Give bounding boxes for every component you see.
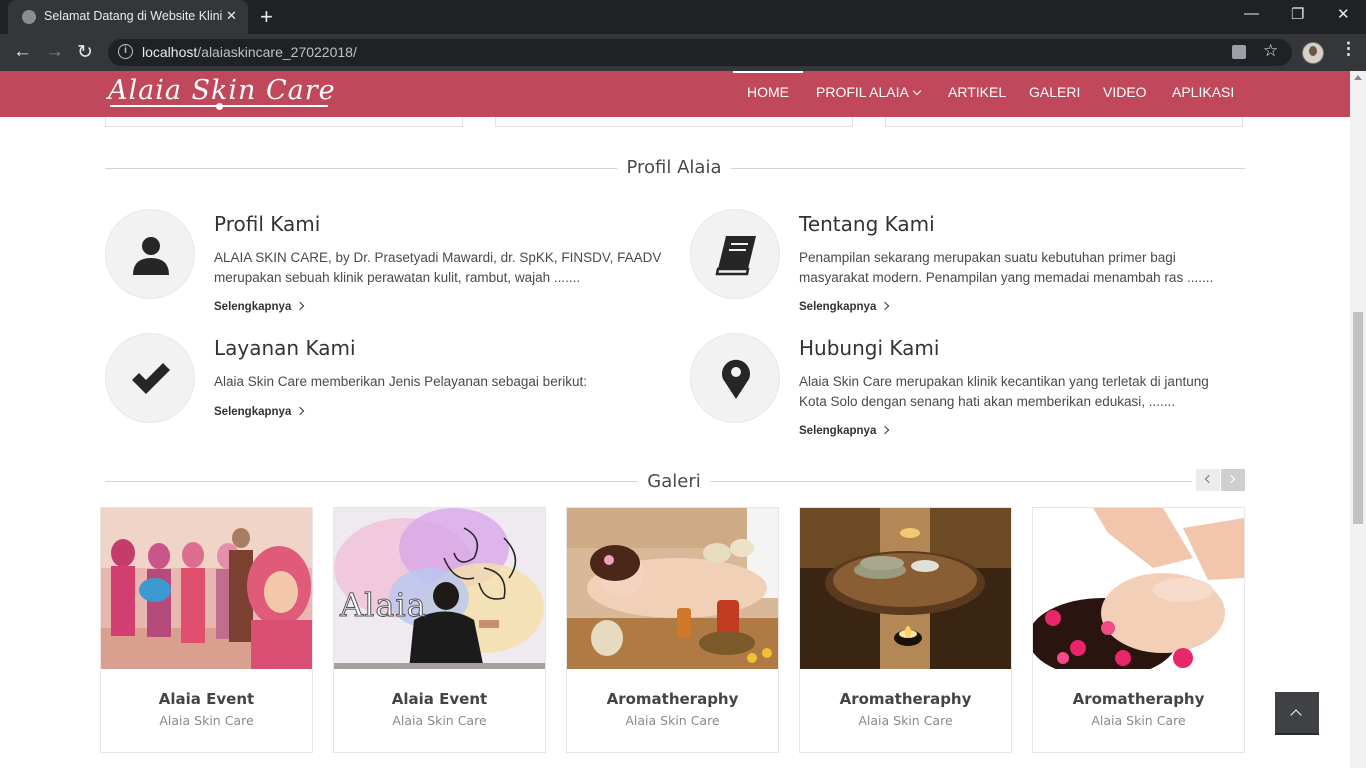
translate-icon[interactable] [1232, 45, 1246, 59]
menu-active-indicator [733, 71, 803, 73]
gallery-card[interactable]: Aromatheraphy Alaia Skin Care [1032, 507, 1245, 753]
gallery-image [1033, 508, 1244, 669]
profil-heading: Profil Alaia [626, 157, 722, 178]
globe-icon [22, 10, 36, 24]
back-to-top-button[interactable] [1275, 692, 1319, 735]
bookmark-star-icon[interactable]: ☆ [1263, 41, 1278, 61]
gallery-image [567, 508, 778, 669]
section-divider [105, 168, 617, 169]
feature-title: Layanan Kami [214, 336, 356, 360]
feature-text: ALAIA SKIN CARE, by Dr. Prasetyadi Mawar… [214, 250, 662, 285]
carousel-next-button[interactable] [1221, 469, 1245, 491]
gallery-card[interactable]: Alaia Event Alaia Skin Care [100, 507, 313, 753]
chevron-up-icon [1290, 709, 1302, 721]
user-icon [105, 209, 195, 299]
browser-menu-icon[interactable]: ⋮ [1340, 39, 1357, 59]
galeri-heading: Galeri [647, 471, 701, 492]
chevron-right-icon [296, 406, 305, 416]
chevron-right-icon [296, 301, 305, 311]
read-more-link[interactable]: Selengkapnya [214, 406, 305, 418]
gallery-subtitle: Alaia Skin Care [858, 713, 953, 728]
scroll-up-arrow-icon[interactable] [1354, 75, 1362, 80]
feature-text: Alaia Skin Care memberikan Jenis Pelayan… [214, 374, 587, 389]
forward-icon[interactable]: → [45, 41, 64, 63]
gallery-title: Aromatheraphy [839, 690, 972, 708]
minimize-icon[interactable]: — [1244, 5, 1259, 22]
menu-home[interactable]: HOME [747, 84, 789, 100]
read-more-link[interactable]: Selengkapnya [799, 425, 890, 437]
mural-lettering: Alaia [340, 586, 427, 625]
map-marker-icon [690, 333, 780, 423]
read-more-link[interactable]: Selengkapnya [799, 301, 890, 313]
gallery-title: Alaia Event [391, 690, 488, 708]
menu-profil-alaia[interactable]: PROFIL ALAIA [816, 84, 922, 100]
logo-dot [216, 103, 223, 110]
browser-toolbar: ← → ↻ i localhost/alaiaskincare_27022018… [0, 34, 1366, 71]
gallery-subtitle: Alaia Skin Care [625, 713, 720, 728]
feature-title: Profil Kami [214, 212, 321, 236]
info-icon[interactable]: i [118, 44, 133, 59]
site-header: Alaia Skin Care HOME PROFIL ALAIA ARTIKE… [0, 71, 1350, 117]
section-divider [731, 168, 1245, 169]
chevron-right-icon [881, 301, 890, 311]
gallery-subtitle: Alaia Skin Care [392, 713, 487, 728]
menu-galeri[interactable]: GALERI [1029, 84, 1080, 100]
gallery-card[interactable]: Aromatheraphy Alaia Skin Care [799, 507, 1012, 753]
tab-title: Selamat Datang di Website Klinik [44, 9, 222, 23]
book-icon [690, 209, 780, 299]
gallery-title: Aromatheraphy [606, 690, 739, 708]
menu-aplikasi[interactable]: APLIKASI [1172, 84, 1234, 100]
site-logo[interactable]: Alaia Skin Care [108, 75, 336, 106]
browser-tab[interactable]: Selamat Datang di Website Klinik ✕ [8, 0, 248, 34]
new-tab-button[interactable]: + [260, 4, 273, 30]
reload-icon[interactable]: ↻ [77, 41, 93, 64]
close-window-icon[interactable]: ✕ [1337, 5, 1350, 23]
gallery-card[interactable]: Aromatheraphy Alaia Skin Care [566, 507, 779, 753]
read-more-link[interactable]: Selengkapnya [214, 301, 305, 313]
close-tab-icon[interactable]: ✕ [226, 8, 237, 24]
section-divider [710, 481, 1192, 482]
check-icon [105, 333, 195, 423]
gallery-title: Aromatheraphy [1072, 690, 1205, 708]
page-viewport: Alaia Skin Care HOME PROFIL ALAIA ARTIKE… [0, 71, 1350, 768]
gallery-title: Alaia Event [158, 690, 255, 708]
carousel-prev-button[interactable] [1196, 469, 1220, 491]
feature-title: Hubungi Kami [799, 336, 940, 360]
chevron-down-icon [912, 86, 922, 96]
gallery-image [800, 508, 1011, 669]
address-bar[interactable]: i localhost/alaiaskincare_27022018/ ☆ [108, 39, 1292, 66]
section-divider [105, 481, 638, 482]
chevron-left-icon [1204, 474, 1214, 484]
feature-text: Penampilan sekarang merupakan suatu kebu… [799, 250, 1214, 285]
browser-tabbar: Selamat Datang di Website Klinik ✕ + — ❐… [0, 0, 1366, 34]
chevron-right-icon [1226, 474, 1236, 484]
restore-icon[interactable]: ❐ [1291, 5, 1304, 23]
feature-title: Tentang Kami [799, 212, 935, 236]
scrollbar-thumb[interactable] [1353, 312, 1363, 524]
gallery-card[interactable]: Alaia Alaia Event Alaia Skin Care [333, 507, 546, 753]
url-text: localhost/alaiaskincare_27022018/ [142, 44, 357, 60]
gallery-image [101, 508, 312, 669]
chevron-right-icon [881, 425, 890, 435]
gallery-image: Alaia [334, 508, 545, 669]
profile-avatar[interactable] [1302, 42, 1324, 64]
menu-video[interactable]: VIDEO [1103, 84, 1147, 100]
feature-text: Alaia Skin Care merupakan klinik kecanti… [799, 374, 1209, 409]
back-icon[interactable]: ← [13, 41, 32, 63]
page-scrollbar[interactable] [1350, 71, 1366, 768]
gallery-subtitle: Alaia Skin Care [159, 713, 254, 728]
menu-artikel[interactable]: ARTIKEL [948, 84, 1006, 100]
gallery-subtitle: Alaia Skin Care [1091, 713, 1186, 728]
